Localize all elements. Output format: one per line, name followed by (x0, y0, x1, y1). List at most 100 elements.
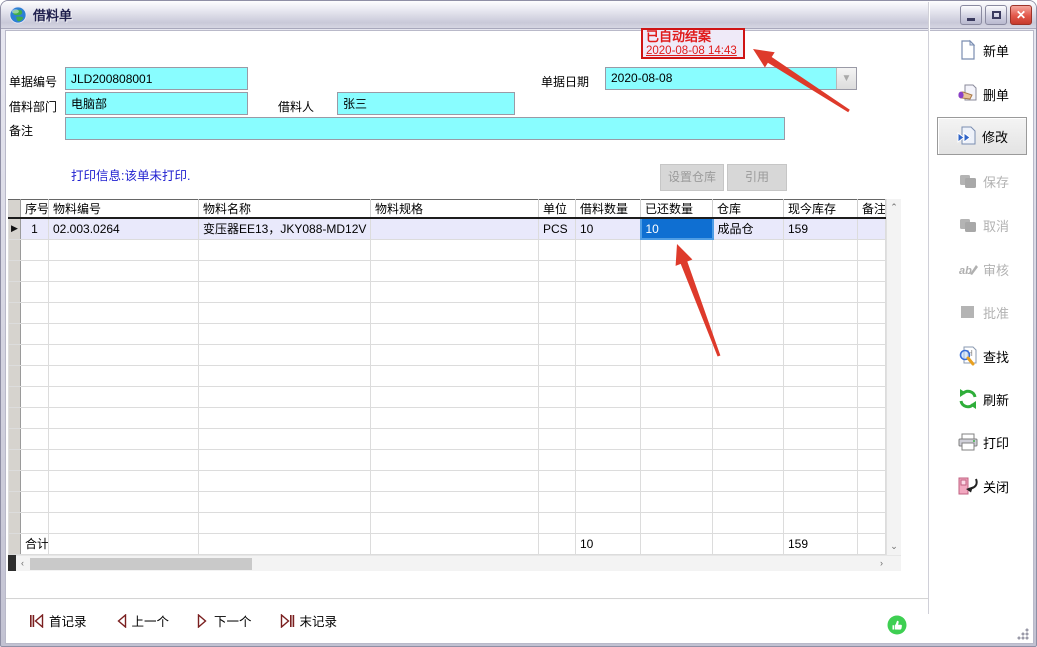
table-cell[interactable] (199, 365, 371, 386)
table-cell[interactable] (713, 512, 784, 533)
table-cell[interactable] (199, 302, 371, 323)
table-cell[interactable] (713, 260, 784, 281)
close-button-icon[interactable]: ✕ (1010, 5, 1032, 25)
row-selector-icon[interactable]: ▶ (9, 218, 21, 239)
table-cell[interactable] (539, 260, 576, 281)
table-cell[interactable] (49, 344, 199, 365)
borrower-field[interactable] (337, 92, 515, 115)
table-cell[interactable] (199, 449, 371, 470)
sidebar-button-print[interactable]: 打印 (937, 427, 1029, 457)
table-cell[interactable] (371, 281, 539, 302)
table-cell[interactable] (713, 428, 784, 449)
nav-next-record[interactable]: 下一个 (197, 611, 252, 630)
table-cell[interactable] (858, 407, 886, 428)
table-cell[interactable] (641, 281, 713, 302)
table-cell[interactable] (576, 344, 641, 365)
table-cell[interactable] (21, 407, 49, 428)
table-cell[interactable] (858, 239, 886, 260)
doc-date-combo[interactable]: 2020-08-08 ▼ (605, 67, 857, 90)
table-cell[interactable] (784, 302, 858, 323)
table-cell[interactable] (576, 386, 641, 407)
table-cell[interactable] (641, 428, 713, 449)
table-cell[interactable] (576, 449, 641, 470)
table-cell[interactable] (539, 449, 576, 470)
doc-no-field[interactable] (65, 67, 248, 90)
table-cell[interactable] (576, 407, 641, 428)
table-cell[interactable] (21, 512, 49, 533)
table-cell[interactable] (858, 428, 886, 449)
table-cell[interactable] (49, 470, 199, 491)
table-cell[interactable] (784, 260, 858, 281)
nav-last-record[interactable]: 末记录 (280, 611, 338, 630)
chevron-down-icon[interactable]: ▼ (836, 68, 856, 89)
table-cell[interactable] (713, 344, 784, 365)
remark-field[interactable] (65, 117, 785, 140)
title-bar[interactable]: 借料单 ✕ (1, 1, 1037, 29)
table-cell[interactable] (858, 323, 886, 344)
table-cell[interactable] (713, 470, 784, 491)
table-cell[interactable] (539, 344, 576, 365)
table-cell[interactable] (539, 365, 576, 386)
horizontal-scrollbar[interactable]: ‹ › (8, 555, 901, 571)
table-cell[interactable] (784, 449, 858, 470)
table-cell[interactable]: 10 (576, 218, 641, 239)
table-cell[interactable] (371, 407, 539, 428)
table-cell[interactable] (784, 365, 858, 386)
table-cell[interactable] (49, 302, 199, 323)
table-cell[interactable] (784, 386, 858, 407)
table-cell[interactable] (858, 344, 886, 365)
table-cell[interactable] (199, 323, 371, 344)
table-cell[interactable] (49, 386, 199, 407)
table-cell[interactable] (371, 386, 539, 407)
table-cell[interactable] (784, 281, 858, 302)
table-cell[interactable] (858, 365, 886, 386)
table-cell[interactable] (49, 428, 199, 449)
table-cell[interactable] (539, 491, 576, 512)
scroll-up-icon[interactable]: ⌃ (890, 202, 898, 213)
table-cell[interactable] (858, 281, 886, 302)
table-cell[interactable] (576, 470, 641, 491)
table-cell[interactable] (576, 239, 641, 260)
table-cell[interactable] (858, 218, 886, 239)
table-cell[interactable] (49, 239, 199, 260)
table-cell[interactable] (539, 302, 576, 323)
table-cell[interactable] (784, 323, 858, 344)
table-cell[interactable] (21, 302, 49, 323)
table-cell[interactable] (641, 323, 713, 344)
table-cell[interactable] (784, 239, 858, 260)
table-cell[interactable] (21, 344, 49, 365)
table-cell[interactable] (784, 512, 858, 533)
table-cell[interactable] (199, 512, 371, 533)
table-cell[interactable] (641, 239, 713, 260)
table-cell[interactable] (49, 365, 199, 386)
table-cell[interactable] (371, 239, 539, 260)
table-cell[interactable] (784, 344, 858, 365)
table-cell[interactable] (49, 512, 199, 533)
table-cell[interactable] (21, 239, 49, 260)
table-cell[interactable] (713, 365, 784, 386)
table-cell[interactable] (539, 323, 576, 344)
table-cell[interactable] (199, 344, 371, 365)
table-cell[interactable] (784, 491, 858, 512)
nav-previous-record[interactable]: 上一个 (115, 611, 170, 630)
sidebar-button-modify[interactable]: 修改 (937, 117, 1027, 155)
table-cell[interactable] (858, 512, 886, 533)
table-cell[interactable] (576, 512, 641, 533)
table-cell[interactable] (576, 302, 641, 323)
table-cell[interactable] (641, 407, 713, 428)
table-cell[interactable] (21, 428, 49, 449)
table-cell[interactable] (576, 323, 641, 344)
table-cell[interactable]: 1 (21, 218, 49, 239)
sidebar-button-find[interactable]: H查找 (937, 341, 1029, 371)
table-cell[interactable] (713, 239, 784, 260)
table-cell[interactable] (199, 428, 371, 449)
table-cell[interactable] (21, 470, 49, 491)
table-cell[interactable] (641, 449, 713, 470)
table-cell[interactable] (371, 365, 539, 386)
table-cell[interactable] (199, 260, 371, 281)
table-cell[interactable] (49, 281, 199, 302)
table-cell[interactable] (858, 386, 886, 407)
table-cell[interactable] (641, 302, 713, 323)
table-cell[interactable] (539, 428, 576, 449)
table-cell[interactable] (21, 386, 49, 407)
